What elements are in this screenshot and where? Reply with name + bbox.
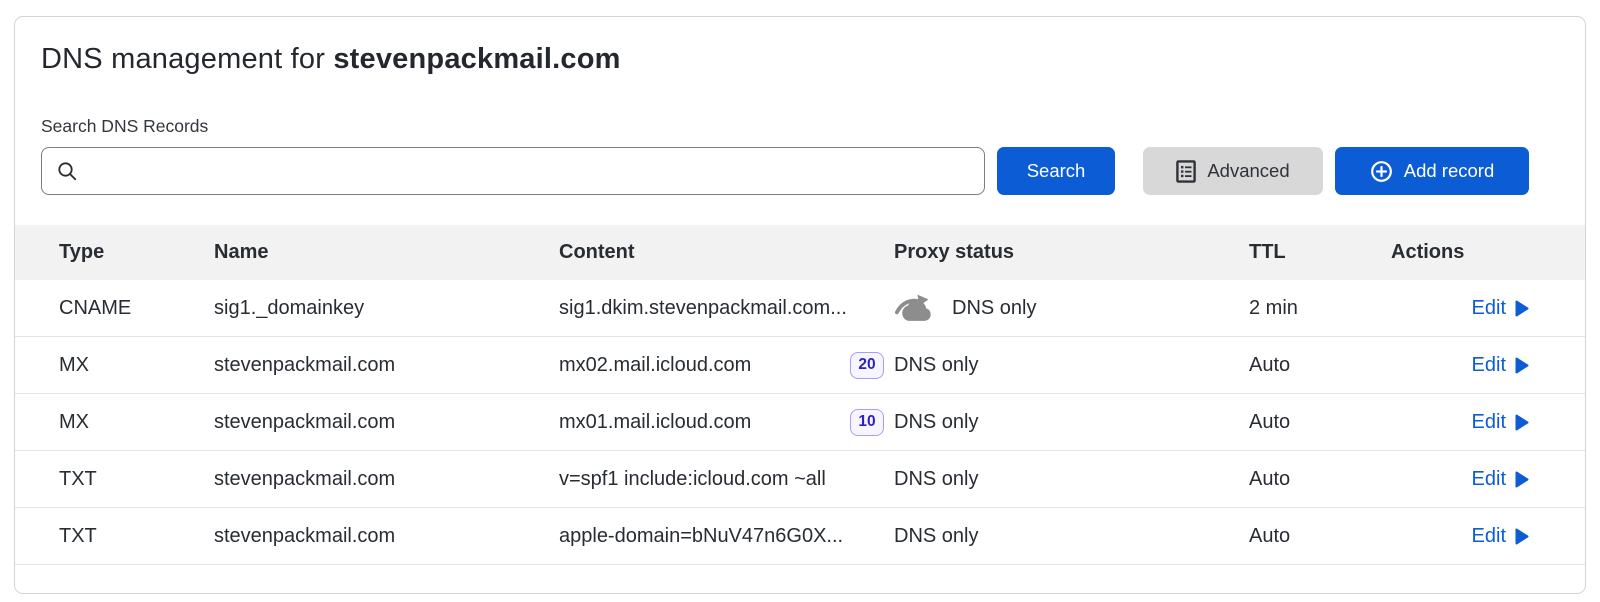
record-content-value: mx02.mail.icloud.com — [559, 354, 751, 377]
record-ttl-cell: Auto — [1249, 354, 1391, 377]
record-content-value: mx01.mail.icloud.com — [559, 411, 751, 434]
record-actions-cell: Edit — [1391, 525, 1585, 548]
record-proxy-cell: DNS only — [894, 411, 1249, 434]
page-title: DNS management for stevenpackmail.com — [41, 43, 1559, 76]
header-type: Type — [15, 241, 214, 264]
record-actions-cell: Edit — [1391, 354, 1585, 377]
edit-link-label: Edit — [1472, 468, 1506, 491]
edit-arrow-icon — [1515, 300, 1529, 317]
add-record-button[interactable]: Add record — [1335, 147, 1529, 195]
edit-link-label: Edit — [1472, 297, 1506, 320]
record-content-cell: sig1.dkim.stevenpackmail.com... — [559, 297, 894, 320]
record-content-value: apple-domain=bNuV47n6G0X... — [559, 525, 843, 548]
search-label: Search DNS Records — [41, 116, 1559, 137]
record-type-cell: MX — [15, 411, 214, 434]
record-content-cell: mx01.mail.icloud.com 10 — [559, 409, 894, 436]
search-icon — [57, 161, 78, 182]
record-content-value: v=spf1 include:icloud.com ~all — [559, 468, 826, 491]
table-row: MX stevenpackmail.com mx01.mail.icloud.c… — [15, 394, 1585, 451]
search-input-wrapper — [41, 147, 985, 195]
record-proxy-cell: DNS only — [894, 468, 1249, 491]
record-name-cell: stevenpackmail.com — [214, 525, 559, 548]
edit-record-link[interactable]: Edit — [1472, 297, 1529, 320]
edit-arrow-icon — [1515, 471, 1529, 488]
edit-arrow-icon — [1515, 414, 1529, 431]
header-content: Content — [559, 241, 894, 264]
record-ttl-cell: Auto — [1249, 468, 1391, 491]
domain-name: stevenpackmail.com — [333, 43, 620, 75]
table-header-row: Type Name Content Proxy status TTL Actio… — [15, 225, 1585, 280]
proxy-status-value: DNS only — [894, 468, 978, 491]
edit-link-label: Edit — [1472, 411, 1506, 434]
plus-circle-icon — [1370, 160, 1393, 183]
edit-record-link[interactable]: Edit — [1472, 468, 1529, 491]
priority-badge: 20 — [850, 352, 884, 379]
dns-records-table: Type Name Content Proxy status TTL Actio… — [15, 225, 1585, 565]
advanced-button-label: Advanced — [1207, 160, 1289, 182]
header-name: Name — [214, 241, 559, 264]
header-proxy-status: Proxy status — [894, 241, 1249, 264]
record-type-cell: MX — [15, 354, 214, 377]
record-name-cell: stevenpackmail.com — [214, 354, 559, 377]
table-row: TXT stevenpackmail.com v=spf1 include:ic… — [15, 451, 1585, 508]
edit-link-label: Edit — [1472, 525, 1506, 548]
header-ttl: TTL — [1249, 241, 1391, 264]
search-button-label: Search — [1027, 160, 1086, 182]
edit-record-link[interactable]: Edit — [1472, 525, 1529, 548]
advanced-list-icon — [1176, 160, 1196, 183]
record-name-cell: stevenpackmail.com — [214, 468, 559, 491]
record-proxy-cell: DNS only — [894, 293, 1249, 324]
record-proxy-cell: DNS only — [894, 354, 1249, 377]
record-content-cell: apple-domain=bNuV47n6G0X... — [559, 525, 894, 548]
record-proxy-cell: DNS only — [894, 525, 1249, 548]
edit-arrow-icon — [1515, 528, 1529, 545]
header-actions: Actions — [1391, 241, 1585, 264]
edit-record-link[interactable]: Edit — [1472, 354, 1529, 377]
search-input[interactable] — [78, 161, 984, 182]
record-actions-cell: Edit — [1391, 411, 1585, 434]
record-actions-cell: Edit — [1391, 297, 1585, 320]
proxy-status-value: DNS only — [952, 297, 1036, 320]
record-ttl-cell: 2 min — [1249, 297, 1391, 320]
table-row: CNAME sig1._domainkey sig1.dkim.stevenpa… — [15, 280, 1585, 337]
record-content-value: sig1.dkim.stevenpackmail.com... — [559, 297, 847, 320]
dns-management-card: DNS management for stevenpackmail.com Se… — [14, 16, 1586, 594]
proxy-status-value: DNS only — [894, 525, 978, 548]
proxy-status-value: DNS only — [894, 354, 978, 377]
table-body: CNAME sig1._domainkey sig1.dkim.stevenpa… — [15, 280, 1585, 565]
dns-toolbar: Search Advanced — [41, 147, 1529, 195]
record-content-cell: v=spf1 include:icloud.com ~all — [559, 468, 894, 491]
advanced-button[interactable]: Advanced — [1143, 147, 1323, 195]
table-row: MX stevenpackmail.com mx02.mail.icloud.c… — [15, 337, 1585, 394]
record-name-cell: stevenpackmail.com — [214, 411, 559, 434]
search-button[interactable]: Search — [997, 147, 1115, 195]
record-ttl-cell: Auto — [1249, 525, 1391, 548]
dns-only-cloud-icon — [894, 293, 938, 324]
page-title-prefix: DNS management for — [41, 43, 333, 75]
record-type-cell: TXT — [15, 468, 214, 491]
table-row: TXT stevenpackmail.com apple-domain=bNuV… — [15, 508, 1585, 565]
record-actions-cell: Edit — [1391, 468, 1585, 491]
record-type-cell: CNAME — [15, 297, 214, 320]
priority-badge: 10 — [850, 409, 884, 436]
record-type-cell: TXT — [15, 525, 214, 548]
add-record-button-label: Add record — [1404, 160, 1495, 182]
record-ttl-cell: Auto — [1249, 411, 1391, 434]
record-name-cell: sig1._domainkey — [214, 297, 559, 320]
edit-arrow-icon — [1515, 357, 1529, 374]
proxy-status-value: DNS only — [894, 411, 978, 434]
record-content-cell: mx02.mail.icloud.com 20 — [559, 352, 894, 379]
edit-record-link[interactable]: Edit — [1472, 411, 1529, 434]
edit-link-label: Edit — [1472, 354, 1506, 377]
